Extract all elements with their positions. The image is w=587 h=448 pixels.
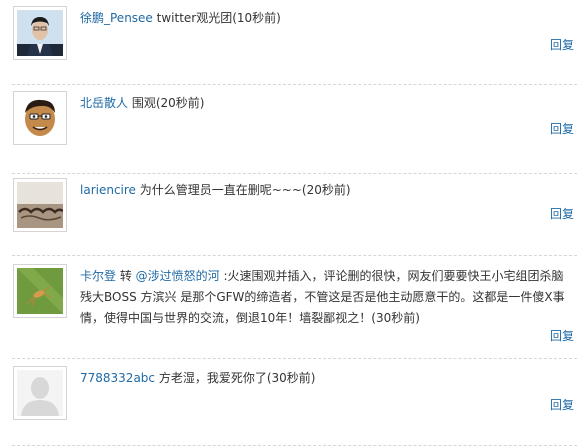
reply-button[interactable]: 回复 [550,36,574,53]
default-silhouette-avatar-icon [17,370,63,416]
caricature-avatar-icon [17,95,63,141]
divider [12,445,577,446]
avatar[interactable] [13,178,67,232]
reply-button[interactable]: 回复 [550,327,574,344]
divider [12,173,577,174]
timestamp: (20秒前) [301,183,351,197]
avatar[interactable] [13,264,67,318]
reply-button[interactable]: 回复 [550,120,574,137]
comment-item: 徐鹏_Pensee twitter观光团(10秒前) 回复 [0,6,587,85]
username-link[interactable]: 卡尔登 [80,269,116,283]
person-photo-avatar-icon [17,10,63,56]
comment-body: 7788332abc 方老湿，我爱死你了(30秒前) [80,368,575,389]
avatar[interactable] [13,91,67,145]
comment-text: 围观 [128,96,156,110]
avatar[interactable] [13,366,67,420]
insect-photo-avatar-icon [17,268,63,314]
comment-text: 转 [116,269,136,283]
avatar[interactable] [13,6,67,60]
text-photo-avatar-icon [17,182,63,228]
comment-body: 徐鹏_Pensee twitter观光团(10秒前) [80,8,575,29]
comment-text: twitter观光团 [152,11,233,25]
username-link[interactable]: lariencire [80,183,136,197]
divider [12,255,577,256]
comment-item: lariencire 为什么管理员一直在删呢~~~(20秒前) 回复 [0,178,587,256]
mention-link[interactable]: @涉过愤怒的河 [136,269,220,283]
comment-body: lariencire 为什么管理员一直在删呢~~~(20秒前) [80,180,575,201]
reply-button[interactable]: 回复 [550,205,574,222]
divider [12,84,577,85]
comment-item: 7788332abc 方老湿，我爱死你了(30秒前) 回复 [0,366,587,446]
username-link[interactable]: 7788332abc [80,371,155,385]
timestamp: (30秒前) [371,311,420,325]
comment-body: 卡尔登 转 @涉过愤怒的河 :火速围观并插入，评论删的很快，网友们要要快王小宅组… [80,266,575,329]
divider [12,358,577,359]
reply-button[interactable]: 回复 [550,396,574,413]
comment-text: 方老湿，我爱死你了 [155,371,267,385]
timestamp: (10秒前) [232,11,281,25]
timestamp: (30秒前) [266,371,316,385]
comment-body: 北岳散人 围观(20秒前) [80,93,575,114]
timestamp: (20秒前) [155,96,205,110]
username-link[interactable]: 北岳散人 [80,96,128,110]
comment-item: 北岳散人 围观(20秒前) 回复 [0,91,587,174]
comment-text: 为什么管理员一直在删呢~~~ [135,183,302,197]
username-link[interactable]: 徐鹏_Pensee [80,11,153,25]
comment-item: 卡尔登 转 @涉过愤怒的河 :火速围观并插入，评论删的很快，网友们要要快王小宅组… [0,264,587,359]
